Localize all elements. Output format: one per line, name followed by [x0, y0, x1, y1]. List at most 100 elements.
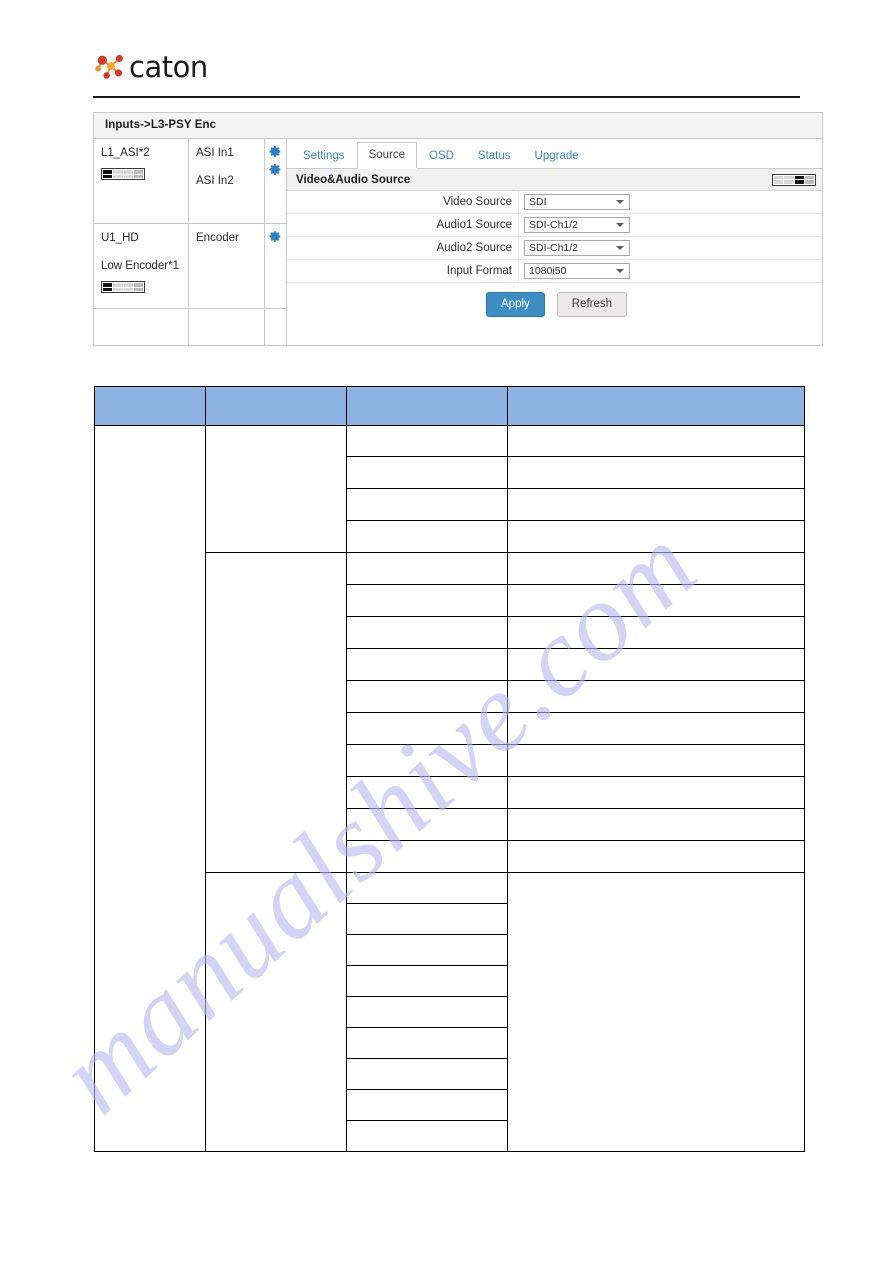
spec-cell-col1-group [94, 425, 206, 1152]
spec-cell-col3 [346, 1058, 508, 1090]
table-row [94, 425, 805, 1152]
subitem-group-asi: ASI In1 ASI In2 [189, 139, 264, 224]
device-status-led-bar [101, 168, 145, 180]
spec-cell-col3 [346, 648, 508, 681]
spec-cell-col4 [507, 520, 805, 553]
spec-cell-col4 [507, 425, 805, 457]
spec-cell-col4 [507, 584, 805, 617]
device-name-label: L1_ASI*2 [101, 147, 150, 159]
audio2-source-label: Audio2 Source [287, 237, 519, 259]
audio2-source-select[interactable]: SDI-Ch1/2 [524, 240, 630, 256]
spec-cell-col4 [507, 616, 805, 649]
gear-icon[interactable] [269, 163, 282, 176]
spec-cell-col3 [346, 712, 508, 745]
video-source-select[interactable]: SDI [524, 194, 630, 210]
device-tree-empty-row [189, 309, 264, 345]
spec-cell-col4 [507, 680, 805, 713]
section-title: Video&Audio Source [296, 173, 411, 186]
form-row-audio1-source: Audio1 Source SDI-Ch1/2 [287, 214, 822, 237]
spec-cell-col3 [346, 520, 508, 553]
spec-header-col2 [205, 386, 347, 426]
spec-header-col3 [346, 386, 508, 426]
gear-icon[interactable] [269, 230, 282, 243]
input-format-select[interactable]: 1080i50 [524, 263, 630, 279]
spec-cell-col4 [507, 776, 805, 809]
spec-cell-col3 [346, 425, 508, 457]
device-node-l1-asi[interactable]: L1_ASI*2 [94, 139, 188, 224]
subitem-encoder[interactable]: Encoder [196, 230, 260, 246]
caton-molecule-logo-icon [93, 50, 127, 84]
panel-content: Settings Source OSD Status Upgrade Video… [287, 139, 822, 345]
spec-cell-col4 [507, 456, 805, 489]
spec-cell-col4 [507, 552, 805, 585]
input-format-label: Input Format [287, 260, 519, 282]
form-row-audio2-source: Audio2 Source SDI-Ch1/2 [287, 237, 822, 260]
spec-table-body [94, 425, 805, 1152]
gear-icon[interactable] [269, 145, 282, 158]
input-format-value: 1080i50 [529, 265, 567, 277]
subitem-group-encoder: Encoder [189, 224, 264, 309]
spec-cell-col3 [346, 1089, 508, 1121]
spec-cell-col3 [346, 840, 508, 873]
refresh-button[interactable]: Refresh [556, 291, 628, 317]
spec-cell-col3 [346, 965, 508, 997]
video-source-value: SDI [529, 196, 547, 208]
tab-upgrade[interactable]: Upgrade [523, 143, 591, 169]
spec-cell-col4 [507, 648, 805, 681]
panel-body: L1_ASI*2 U1_HD Low Encoder*1 ASI In1 ASI… [94, 139, 822, 345]
spec-cell-col4-groupC [507, 872, 805, 1152]
spec-cell-col3 [346, 934, 508, 966]
device-name-label: U1_HD [101, 232, 139, 244]
spec-cell-col3 [346, 996, 508, 1028]
spec-cell-col4 [507, 840, 805, 873]
spec-cell-col3 [346, 872, 508, 904]
form-row-video-source: Video Source SDI [287, 191, 822, 214]
chevron-down-icon [616, 200, 624, 204]
audio2-source-value: SDI-Ch1/2 [529, 242, 579, 254]
form-row-input-format: Input Format 1080i50 [287, 260, 822, 283]
spec-cell-col2-groupC [205, 872, 347, 1152]
page-header: caton [93, 52, 800, 98]
tab-source[interactable]: Source [356, 142, 417, 169]
spec-header-col4 [507, 386, 805, 426]
device-status-led-bar [101, 281, 145, 293]
spec-table [94, 386, 805, 1152]
device-subname-label: Low Encoder*1 [101, 260, 179, 272]
apply-button[interactable]: Apply [486, 291, 545, 317]
spec-cell-col3 [346, 456, 508, 489]
device-tree-name-column: L1_ASI*2 U1_HD Low Encoder*1 [94, 139, 189, 345]
tab-status[interactable]: Status [466, 143, 523, 169]
video-source-field: SDI [519, 194, 630, 210]
spec-cell-col4 [507, 712, 805, 745]
audio1-source-label: Audio1 Source [287, 214, 519, 236]
subitem-asi-in1[interactable]: ASI In1 [196, 145, 260, 161]
gear-empty-row [265, 309, 286, 345]
brand-name: caton [129, 50, 208, 84]
spec-table-header-row [94, 386, 805, 426]
device-tree-empty-row [94, 309, 188, 345]
action-button-row: Apply Refresh [287, 283, 822, 325]
spec-cell-col3 [346, 808, 508, 841]
video-source-label: Video Source [287, 191, 519, 213]
spec-cell-col3 [346, 584, 508, 617]
input-format-field: 1080i50 [519, 263, 630, 279]
audio1-source-select[interactable]: SDI-Ch1/2 [524, 217, 630, 233]
audio1-source-value: SDI-Ch1/2 [529, 219, 579, 231]
spec-cell-col3 [346, 1027, 508, 1059]
device-tree-gear-column [265, 139, 287, 345]
device-config-panel: Inputs->L3-PSY Enc L1_ASI*2 U1_HD Low En… [93, 112, 823, 346]
spec-cell-col4 [507, 488, 805, 521]
spec-header-col1 [94, 386, 206, 426]
spec-cell-col2-groupA [205, 425, 347, 553]
device-node-u1-hd[interactable]: U1_HD Low Encoder*1 [94, 224, 188, 309]
tab-settings[interactable]: Settings [291, 143, 357, 169]
spec-cell-col3 [346, 552, 508, 585]
section-status-led-bar [772, 173, 816, 186]
audio2-source-field: SDI-Ch1/2 [519, 240, 630, 256]
spec-cell-col3 [346, 744, 508, 777]
chevron-down-icon [616, 246, 624, 250]
tab-bar: Settings Source OSD Status Upgrade [287, 139, 822, 169]
tab-osd[interactable]: OSD [417, 143, 466, 169]
subitem-asi-in2[interactable]: ASI In2 [196, 173, 260, 189]
spec-cell-col4 [507, 808, 805, 841]
